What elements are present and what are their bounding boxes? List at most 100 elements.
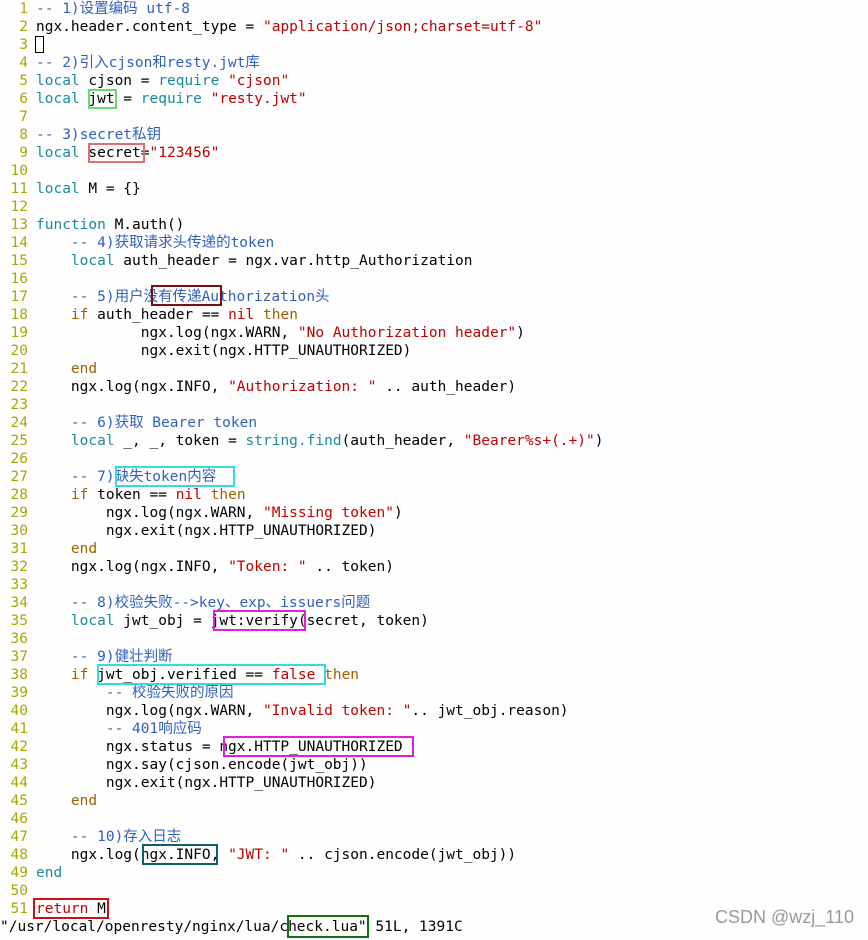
line-number: 16	[10, 271, 28, 287]
code-line[interactable]: 38 if jwt_obj.verified == false then	[0, 666, 868, 684]
line-code: function M.auth()	[36, 217, 184, 233]
line-number: 8	[19, 127, 28, 143]
code-line[interactable]: 29 ngx.log(ngx.WARN, "Missing token")	[0, 504, 868, 522]
code-line[interactable]: 21 end	[0, 360, 868, 378]
code-token: ngx.exit(ngx.HTTP_UNAUTHORIZED)	[36, 775, 377, 791]
code-token: _, _, token =	[114, 433, 246, 449]
line-number: 12	[10, 199, 28, 215]
code-line[interactable]: 7	[0, 108, 868, 126]
code-line[interactable]: 20 ngx.exit(ngx.HTTP_UNAUTHORIZED)	[0, 342, 868, 360]
code-line[interactable]: 2 ngx.header.content_type = "application/…	[0, 18, 868, 36]
code-line[interactable]: 17 -- 5)用户没有传递Authorization头	[0, 288, 868, 306]
code-line[interactable]: 30 ngx.exit(ngx.HTTP_UNAUTHORIZED)	[0, 522, 868, 540]
code-line[interactable]: 3	[0, 36, 868, 54]
code-line[interactable]: 45 end	[0, 792, 868, 810]
code-line[interactable]: 32 ngx.log(ngx.INFO, "Token: " .. token)	[0, 558, 868, 576]
code-line[interactable]: 11 local M = {}	[0, 180, 868, 198]
line-number: 10	[10, 163, 28, 179]
code-line[interactable]: 23	[0, 396, 868, 414]
vim-editor[interactable]: 1 -- 1)设置编码 utf-8 2 ngx.header.content_type…	[0, 0, 868, 918]
code-line[interactable]: 39 -- 校验失败的原因	[0, 684, 868, 702]
code-line[interactable]: 33	[0, 576, 868, 594]
code-token: )	[594, 433, 604, 449]
code-line[interactable]: 15 local auth_header = ngx.var.http_Auth…	[0, 252, 868, 270]
code-line[interactable]: 46	[0, 810, 868, 828]
code-token: ngx.say(cjson.encode(jwt_obj))	[36, 757, 368, 773]
line-code: return M	[36, 901, 106, 917]
code-line[interactable]: 18 if auth_header == nil then	[0, 306, 868, 324]
line-code: ngx.say(cjson.encode(jwt_obj))	[36, 757, 368, 773]
code-token: -- 校验失败的原因	[36, 685, 234, 701]
code-token: "Missing token"	[262, 505, 394, 521]
code-token: ngx.exit(ngx.HTTP_UNAUTHORIZED)	[36, 343, 412, 359]
line-number: 46	[10, 811, 28, 827]
code-line[interactable]: 34 -- 8)校验失败-->key、exp、issuers问题	[0, 594, 868, 612]
code-line[interactable]: 36	[0, 630, 868, 648]
code-line[interactable]: 22 ngx.log(ngx.INFO, "Authorization: " .…	[0, 378, 868, 396]
line-number: 9	[19, 145, 28, 161]
line-code: ngx.log(ngx.WARN, "Invalid token: ".. jw…	[36, 703, 569, 719]
code-line[interactable]: 42 ngx.status = ngx.HTTP_UNAUTHORIZED	[0, 738, 868, 756]
line-number: 34	[10, 595, 28, 611]
code-token: jwt_obj = jwt:verify(secret, token)	[114, 613, 429, 629]
code-line[interactable]: 27 -- 7)缺失token内容	[0, 468, 868, 486]
code-token: "JWT: "	[228, 847, 290, 863]
code-line[interactable]: 47 -- 10)存入日志	[0, 828, 868, 846]
code-line[interactable]: 41 -- 401响应码	[0, 720, 868, 738]
code-line[interactable]: 40 ngx.log(ngx.WARN, "Invalid token: "..…	[0, 702, 868, 720]
line-code: -- 3)secret私钥	[36, 127, 161, 143]
code-token: ngx.exit(ngx.HTTP_UNAUTHORIZED)	[36, 523, 377, 539]
code-token: then	[263, 307, 298, 323]
code-line[interactable]: 31 end	[0, 540, 868, 558]
code-line[interactable]: 19 ngx.log(ngx.WARN, "No Authorization h…	[0, 324, 868, 342]
code-line[interactable]: 24 -- 6)获取 Bearer token	[0, 414, 868, 432]
line-number: 20	[10, 343, 28, 359]
line-number: 22	[10, 379, 28, 395]
code-line[interactable]: 26	[0, 450, 868, 468]
code-line[interactable]: 1 -- 1)设置编码 utf-8	[0, 0, 868, 18]
code-line[interactable]: 48 ngx.log(ngx.INFO, "JWT: " .. cjson.en…	[0, 846, 868, 864]
line-code: local _, _, token = string.find(auth_hea…	[36, 433, 604, 449]
code-line[interactable]: 12	[0, 198, 868, 216]
code-line[interactable]: 35 local jwt_obj = jwt:verify(secret, to…	[0, 612, 868, 630]
code-token: ngx.log(ngx.INFO,	[36, 559, 229, 575]
code-line[interactable]: 5 local cjson = require "cjson"	[0, 72, 868, 90]
code-line[interactable]: 10	[0, 162, 868, 180]
code-token: require	[158, 73, 220, 89]
code-line[interactable]: 49 end	[0, 864, 868, 882]
code-line[interactable]: 8 -- 3)secret私钥	[0, 126, 868, 144]
line-code: if jwt_obj.verified == false then	[36, 667, 359, 683]
code-line[interactable]: 9 local secret="123456"	[0, 144, 868, 162]
line-number: 29	[10, 505, 28, 521]
code-line[interactable]: 25 local _, _, token = string.find(auth_…	[0, 432, 868, 450]
code-line[interactable]: 6 local jwt = require "resty.jwt"	[0, 90, 868, 108]
code-token: end	[36, 865, 63, 881]
line-code: if token == nil then	[36, 487, 246, 503]
code-token: ngx.status = ngx.HTTP_UNAUTHORIZED	[36, 739, 403, 755]
line-number: 50	[10, 883, 28, 899]
code-token: -- 3)secret私钥	[36, 127, 162, 143]
code-line[interactable]: 43 ngx.say(cjson.encode(jwt_obj))	[0, 756, 868, 774]
code-token: local	[36, 181, 80, 197]
code-token: "cjson"	[228, 73, 290, 89]
line-number: 13	[10, 217, 28, 233]
code-line[interactable]: 14 -- 4)获取请求头传递的token	[0, 234, 868, 252]
code-token: local	[70, 433, 115, 449]
code-line[interactable]: 44 ngx.exit(ngx.HTTP_UNAUTHORIZED)	[0, 774, 868, 792]
code-line[interactable]: 13 function M.auth()	[0, 216, 868, 234]
code-token: -- 401响应码	[36, 721, 202, 737]
code-line[interactable]: 37 -- 9)健壮判断	[0, 648, 868, 666]
line-code: -- 10)存入日志	[36, 829, 181, 845]
code-line[interactable]: 16	[0, 270, 868, 288]
code-line[interactable]: 28 if token == nil then	[0, 486, 868, 504]
code-line[interactable]: 4 -- 2)引入cjson和resty.jwt库	[0, 54, 868, 72]
code-line[interactable]: 50	[0, 882, 868, 900]
code-token: .. jwt_obj.reason)	[411, 703, 569, 719]
